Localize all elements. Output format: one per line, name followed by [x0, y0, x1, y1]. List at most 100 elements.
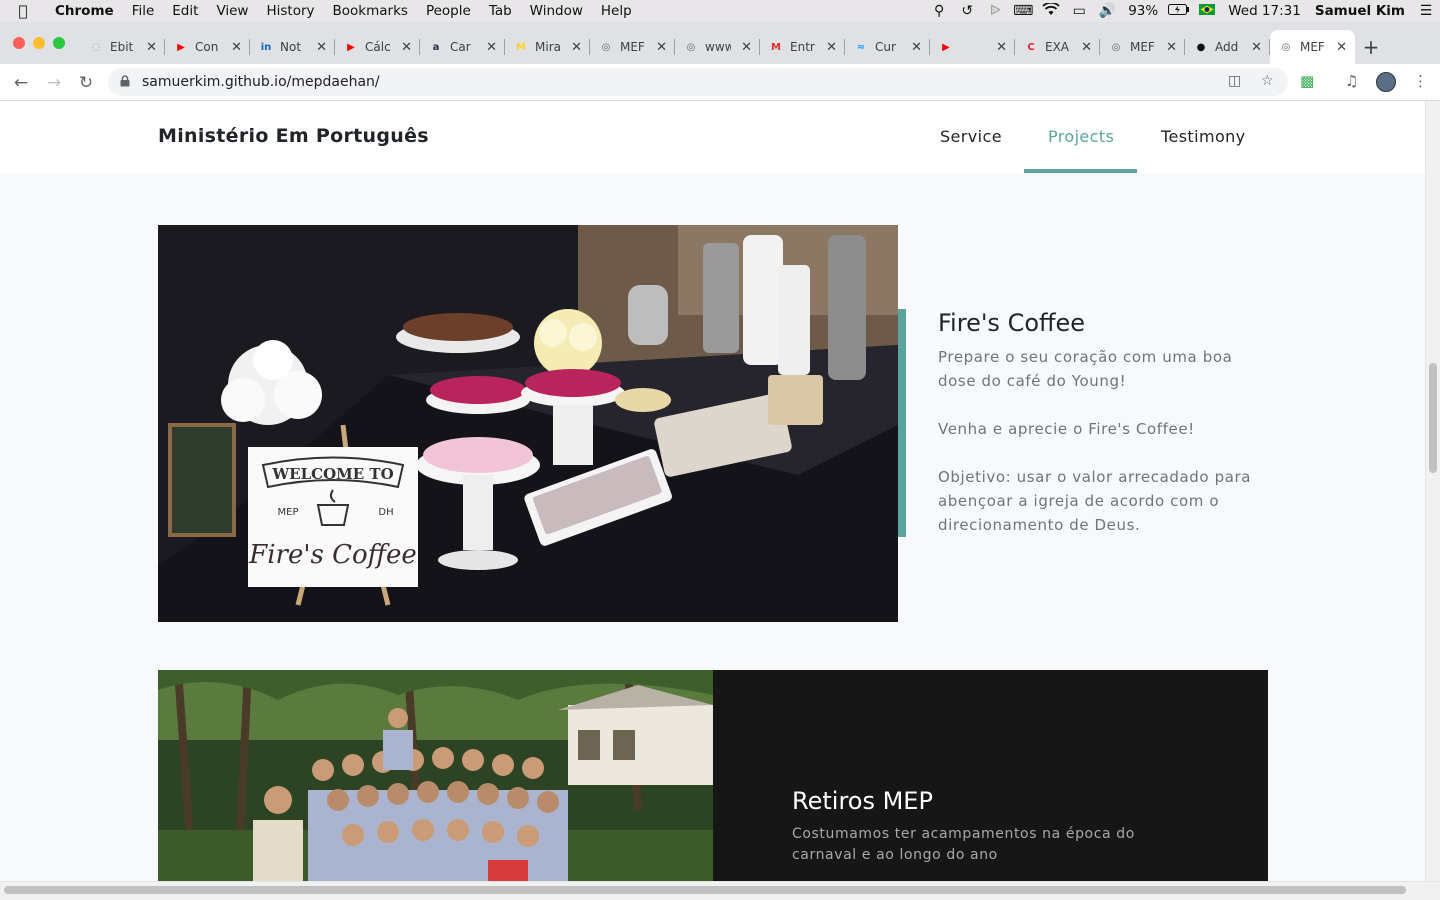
browser-tab[interactable]: ◎ MEF ✕	[1100, 30, 1185, 64]
browser-tab[interactable]: ◎ www ✕	[675, 30, 760, 64]
browser-tab[interactable]: ▶ Cálc ✕	[335, 30, 420, 64]
browser-tab[interactable]: ▶ ✕	[930, 30, 1015, 64]
vertical-scrollbar[interactable]	[1425, 101, 1440, 881]
tab-list: ◌ Ebit ✕ ▶ Con ✕ in Not ✕ ▶ Cálc ✕ a Car ✕ M Mira ✕ ◎ MEF ✕ ◎…	[80, 30, 1387, 64]
menu-file[interactable]: File	[123, 3, 164, 19]
browser-tab[interactable]: M Entr ✕	[760, 30, 845, 64]
globe-icon: ◎	[1281, 41, 1291, 53]
tab-close-icon[interactable]: ✕	[1081, 40, 1092, 55]
nav-projects[interactable]: Projects	[1048, 127, 1114, 146]
battery-percent[interactable]: 93%	[1121, 3, 1165, 19]
url-text[interactable]: samuerkim.github.io/mepdaehan/	[142, 74, 380, 90]
apple-icon[interactable]: 	[0, 2, 46, 20]
browser-tab[interactable]: ▶ Con ✕	[165, 30, 250, 64]
site-navbar: Ministério Em Português Service Projects…	[0, 101, 1425, 173]
reload-button[interactable]: ↻	[73, 70, 99, 96]
address-bar[interactable]: samuerkim.github.io/mepdaehan/ ◫ ☆	[108, 68, 1288, 96]
menubar-user[interactable]: Samuel Kim	[1308, 3, 1412, 19]
menu-edit[interactable]: Edit	[163, 3, 207, 19]
tab-title: MEF	[620, 40, 645, 54]
project-title-fires-coffee: Fire's Coffee	[938, 309, 1086, 337]
time-machine-icon[interactable]: ↺	[953, 3, 981, 19]
tab-close-icon[interactable]: ✕	[486, 40, 497, 55]
extension-icon[interactable]: ▩	[1300, 72, 1314, 90]
horizontal-scrollbar[interactable]	[0, 881, 1440, 900]
tab-close-icon[interactable]: ✕	[996, 40, 1007, 55]
tab-close-icon[interactable]: ✕	[826, 40, 837, 55]
back-button[interactable]: ←	[8, 70, 34, 96]
new-tab-button[interactable]: +	[1355, 30, 1387, 64]
browser-tab[interactable]: ≈ Cur ✕	[845, 30, 930, 64]
volume-icon[interactable]: 🔊	[1093, 3, 1121, 19]
window-zoom-button[interactable]	[53, 37, 65, 49]
menu-history[interactable]: History	[257, 3, 323, 19]
browser-tab[interactable]: in Not ✕	[250, 30, 335, 64]
translate-icon[interactable]: ◫	[1228, 73, 1241, 89]
browser-tab[interactable]: a Car ✕	[420, 30, 505, 64]
wifi-icon[interactable]	[1037, 1, 1065, 20]
tab-close-icon[interactable]: ✕	[316, 40, 327, 55]
miro-icon: M	[516, 41, 526, 53]
tab-close-icon[interactable]: ✕	[741, 40, 752, 55]
vertical-scroll-thumb[interactable]	[1429, 363, 1437, 473]
tab-strip: ◌ Ebit ✕ ▶ Con ✕ in Not ✕ ▶ Cálc ✕ a Car ✕ M Mira ✕ ◎ MEF ✕ ◎…	[0, 22, 1440, 64]
bluetooth-icon[interactable]: ᐉ	[981, 3, 1009, 19]
tab-title: Mira	[535, 40, 561, 54]
notification-center-icon[interactable]: ☰	[1412, 3, 1440, 19]
linkedin-icon: in	[260, 41, 272, 53]
tab-close-icon[interactable]: ✕	[1336, 40, 1347, 55]
project-paragraph: Objetivo: usar o valor arrecadado para a…	[938, 468, 1252, 534]
menubar-clock[interactable]: Wed 17:31	[1221, 3, 1308, 19]
tab-close-icon[interactable]: ✕	[146, 40, 157, 55]
airplay-icon[interactable]: ▭	[1065, 3, 1093, 19]
menu-help[interactable]: Help	[592, 3, 641, 19]
forward-button[interactable]: →	[41, 70, 67, 96]
github-icon: ●	[1196, 41, 1206, 53]
browser-tab[interactable]: ◎ MEF ✕	[1270, 30, 1355, 64]
nav-service[interactable]: Service	[940, 127, 1002, 146]
tab-close-icon[interactable]: ✕	[1251, 40, 1262, 55]
globe-icon: ◎	[1111, 41, 1121, 53]
tab-close-icon[interactable]: ✕	[656, 40, 667, 55]
tab-title: Car	[450, 40, 471, 54]
battery-icon[interactable]	[1165, 3, 1193, 19]
browser-toolbar: ← → ↻ samuerkim.github.io/mepdaehan/ ◫ ☆…	[0, 64, 1440, 101]
tab-title: Con	[195, 40, 219, 54]
menu-tab[interactable]: Tab	[480, 3, 521, 19]
sign-mep-text: MEP	[278, 507, 299, 518]
browser-tab[interactable]: M Mira ✕	[505, 30, 590, 64]
bookmark-star-icon[interactable]: ☆	[1261, 73, 1274, 89]
lock-icon[interactable]	[120, 74, 134, 90]
chrome-menu-icon[interactable]: ⋮	[1413, 72, 1428, 90]
browser-tab[interactable]: ◎ MEF ✕	[590, 30, 675, 64]
window-minimize-button[interactable]	[33, 37, 45, 49]
menu-window[interactable]: Window	[521, 3, 592, 19]
nav-testimony[interactable]: Testimony	[1161, 127, 1246, 146]
tab-close-icon[interactable]: ✕	[911, 40, 922, 55]
loading-icon: ◌	[91, 41, 101, 53]
menu-people[interactable]: People	[417, 3, 480, 19]
browser-tab[interactable]: ◌ Ebit ✕	[80, 30, 165, 64]
window-close-button[interactable]	[13, 37, 25, 49]
tab-close-icon[interactable]: ✕	[231, 40, 242, 55]
media-controls-icon[interactable]: ♫	[1345, 72, 1358, 90]
browser-tab[interactable]: C EXA ✕	[1015, 30, 1100, 64]
project-paragraph: Prepare o seu coração com uma boa dose d…	[938, 348, 1233, 390]
fires-coffee-photo: WELCOME TO MEP DH Fire's Coffee	[158, 225, 898, 622]
tab-close-icon[interactable]: ✕	[401, 40, 412, 55]
tab-close-icon[interactable]: ✕	[1166, 40, 1177, 55]
keyboard-icon[interactable]: ⌨	[1009, 3, 1037, 19]
menu-view[interactable]: View	[207, 3, 257, 19]
site-brand[interactable]: Ministério Em Português	[158, 125, 429, 147]
browser-tab[interactable]: ● Add ✕	[1185, 30, 1270, 64]
tab-title: Add	[1215, 40, 1239, 54]
menu-bookmarks[interactable]: Bookmarks	[324, 3, 417, 19]
sign-fires-coffee-text: Fire's Coffee	[248, 540, 417, 570]
tab-title: Ebit	[110, 40, 134, 54]
tab-close-icon[interactable]: ✕	[571, 40, 582, 55]
brazil-flag-icon[interactable]	[1193, 3, 1221, 19]
profile-avatar[interactable]	[1376, 72, 1396, 92]
horizontal-scroll-thumb[interactable]	[4, 886, 1406, 894]
spotlight-search-icon[interactable]: ⚲	[925, 3, 953, 19]
menu-app-chrome[interactable]: Chrome	[46, 3, 123, 19]
